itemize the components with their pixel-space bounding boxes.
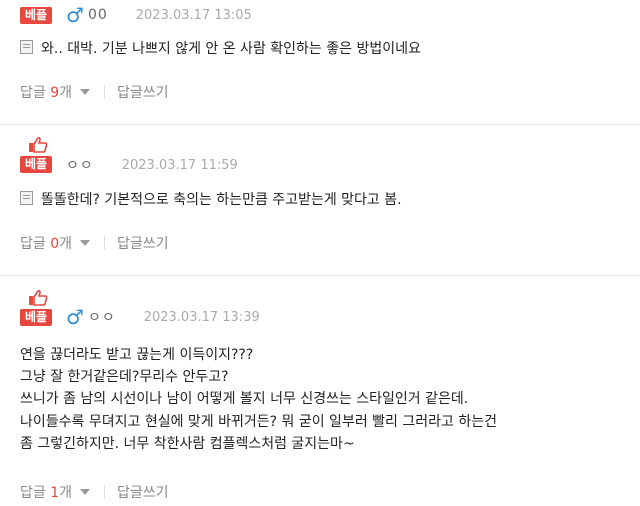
thumbs-up-icon: [29, 137, 48, 153]
comment-actions: 답글 1개 답글쓰기: [20, 482, 169, 502]
comment-text: 와.. 대박. 기분 나쁘지 않게 안 온 사람 확인하는 좋은 방법이네요: [20, 38, 421, 60]
reply-count-unit: 개: [59, 236, 73, 252]
comment-text-line: 와.. 대박. 기분 나쁘지 않게 안 온 사람 확인하는 좋은 방법이네요: [41, 41, 421, 57]
divider: [104, 485, 106, 499]
comment-text-line: 나이들수록 무뎌지고 현실에 맞게 바뀌거든? 뭐 굳이 일부러 빨리 그러라고…: [20, 414, 497, 430]
comment-author[interactable]: 00: [88, 7, 108, 23]
comment-meta: ㅇㅇ 2023.03.17 11:59: [66, 154, 238, 176]
comment-actions: 답글 0개 답글쓰기: [20, 233, 169, 253]
comment-date: 2023.03.17 13:05: [135, 7, 252, 23]
comment-date: 2023.03.17 11:59: [121, 157, 238, 173]
comment-1: 베플 ♂ 00 2023.03.17 13:05 와.. 대박. 기분 나쁘지 …: [0, 0, 640, 124]
best-badge-label: 베플: [20, 156, 53, 173]
comment-text-line: 좀 그렇긴하지만. 너무 착한사람 컴플렉스처럼 굴지는마~: [20, 436, 355, 452]
best-badge: 베플: [20, 137, 56, 173]
divider: [104, 236, 106, 250]
write-reply-button[interactable]: 답글쓰기: [117, 482, 169, 502]
male-icon: ♂: [66, 305, 84, 329]
reply-label: 답글: [20, 85, 46, 101]
write-reply-button[interactable]: 답글쓰기: [117, 82, 169, 102]
best-badge-label: 베플: [20, 309, 53, 326]
reply-toggle-button[interactable]: 답글 1개: [20, 482, 72, 502]
reply-count: 1: [50, 485, 60, 501]
best-badge: 베플: [20, 290, 56, 326]
comment-date: 2023.03.17 13:39: [143, 309, 260, 325]
reply-count-unit: 개: [59, 485, 73, 501]
divider: [104, 85, 106, 99]
comment-3: 베플 ♂ ㅇㅇ 2023.03.17 13:39 연을 끊더라도 받고 끊는게 …: [0, 276, 640, 506]
reply-count: 0: [50, 236, 60, 252]
reply-toggle-button[interactable]: 답글 0개: [20, 233, 72, 253]
memo-icon: [20, 40, 33, 54]
best-badge-label: 베플: [20, 7, 53, 24]
comment-meta: ♂ 00 2023.03.17 13:05: [66, 4, 252, 26]
reply-toggle-button[interactable]: 답글 9개: [20, 82, 72, 102]
chevron-down-icon[interactable]: [80, 89, 91, 95]
chevron-down-icon[interactable]: [80, 240, 91, 246]
comment-meta: ♂ ㅇㅇ 2023.03.17 13:39: [66, 306, 260, 328]
comment-author[interactable]: ㅇㅇ: [88, 307, 116, 327]
comment-text-line: 연을 끊더라도 받고 끊는게 이득이지???: [20, 347, 254, 363]
male-icon: ♂: [66, 3, 84, 27]
memo-icon: [20, 191, 33, 205]
reply-count-unit: 개: [59, 85, 73, 101]
reply-label: 답글: [20, 485, 46, 501]
thumbs-up-icon: [29, 290, 48, 306]
comment-author[interactable]: ㅇㅇ: [66, 155, 94, 175]
comment-text: 똘똘한데? 기본적으로 축의는 하는만큼 주고받는게 맞다고 봄.: [20, 189, 402, 211]
comment-text-line: 그냥 잘 한거같은데?무리수 안두고?: [20, 369, 229, 385]
reply-label: 답글: [20, 236, 46, 252]
comment-2: 베플 ㅇㅇ 2023.03.17 11:59 똘똘한데? 기본적으로 축의는 하…: [0, 125, 640, 275]
comment-actions: 답글 9개 답글쓰기: [20, 82, 169, 102]
write-reply-button[interactable]: 답글쓰기: [117, 233, 169, 253]
comment-text-line: 쓰니가 좀 남의 시선이나 남이 어떻게 볼지 너무 신경쓰는 스타일인거 같은…: [20, 391, 469, 407]
reply-count: 9: [50, 85, 60, 101]
best-badge: 베플: [20, 4, 56, 24]
chevron-down-icon[interactable]: [80, 489, 91, 495]
comment-text-line: 똘똘한데? 기본적으로 축의는 하는만큼 주고받는게 맞다고 봄.: [41, 192, 402, 208]
